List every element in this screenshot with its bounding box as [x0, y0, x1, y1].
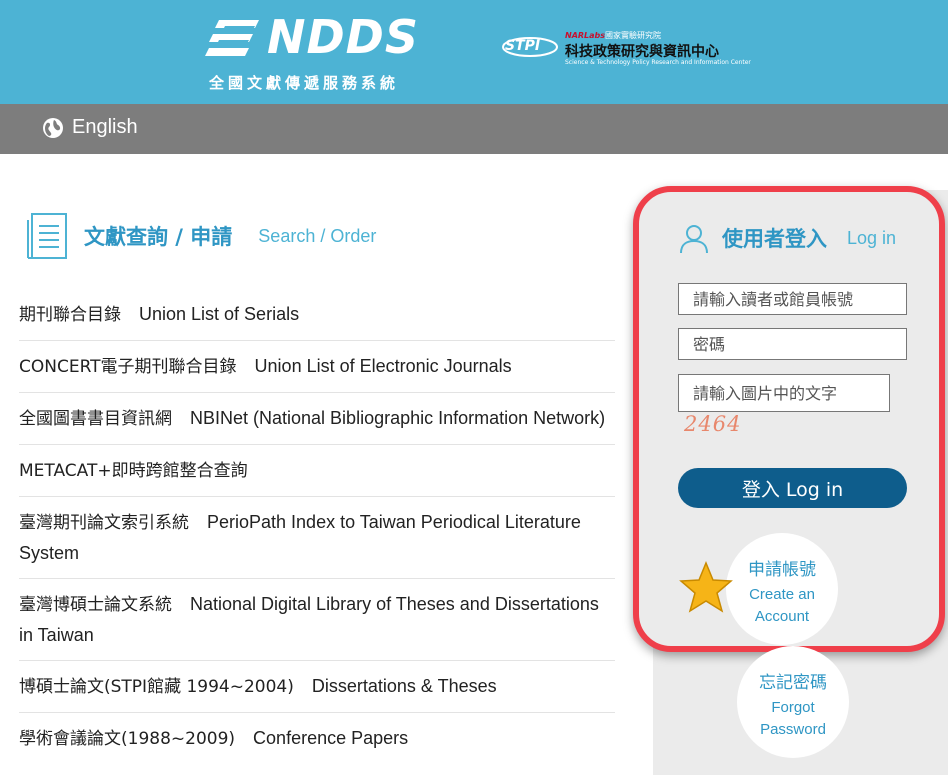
link-nbinet[interactable]: 全國圖書書目資訊網 NBINet (National Bibliographic …	[19, 393, 615, 445]
login-heading: 使用者登入 Log in	[678, 222, 896, 254]
database-link-list: 期刊聯合目錄 Union List of Serials CONCERT電子期刊聯…	[19, 289, 615, 764]
link-zh: 全國圖書書目資訊網	[19, 409, 172, 429]
create-account-en-line2: Account	[754, 608, 810, 625]
forgot-password-zh: 忘記密碼	[759, 673, 827, 693]
link-dissertations[interactable]: 博碩士論文(STPI館藏 1994~2004) Dissertations & T…	[19, 661, 615, 713]
link-en: Conference Papers	[253, 728, 409, 748]
stpi-main-name: 科技政策研究與資訊中心	[565, 44, 719, 60]
link-en: NBINet (National Bibliographic Informati…	[190, 408, 606, 428]
ndds-logo[interactable]: NDDS 全國文獻傳遞服務系統	[205, 10, 425, 94]
link-zh: 學術會議論文(1988~2009)	[19, 729, 236, 749]
forgot-password-en-line2: Password	[760, 721, 826, 738]
search-section-heading: 文獻查詢 / 申請 Search / Order	[26, 212, 376, 260]
user-icon	[680, 225, 708, 254]
logo-text: NDDS	[267, 10, 419, 64]
link-zh: 臺灣期刊論文索引系統	[19, 513, 189, 533]
stpi-top-rest: 國家實驗研究院	[605, 31, 662, 40]
language-switch[interactable]: English	[42, 116, 138, 139]
captcha-input[interactable]	[678, 374, 890, 412]
captcha-image: 2464	[684, 412, 742, 436]
link-en: Dissertations & Theses	[311, 676, 497, 696]
link-metacat[interactable]: METACAT+即時跨館整合查詢	[19, 445, 615, 497]
link-zh: METACAT+即時跨館整合查詢	[19, 461, 248, 481]
star-icon	[679, 561, 733, 613]
link-zh: 期刊聯合目錄	[19, 305, 121, 325]
stpi-english-name: Science & Technology Policy Research and…	[565, 59, 751, 66]
forgot-password-link[interactable]: 忘記密碼 Forgot Password	[737, 646, 849, 758]
password-input[interactable]	[678, 328, 907, 360]
login-title: 使用者登入	[722, 227, 827, 251]
link-zh: 臺灣博碩士論文系統	[19, 595, 172, 615]
create-account-link[interactable]: 申請帳號 Create an Account	[726, 533, 838, 645]
narlabs-label: NARLabs	[565, 31, 606, 40]
link-concert[interactable]: CONCERT電子期刊聯合目錄 Union List of Electronic …	[19, 341, 615, 393]
create-account-zh: 申請帳號	[748, 560, 816, 580]
link-ndltd[interactable]: 臺灣博碩士論文系統 National Digital Library of The…	[19, 579, 615, 661]
link-en: Union List of Electronic Journals	[254, 356, 512, 376]
link-zh: CONCERT電子期刊聯合目錄	[19, 357, 237, 377]
create-account-en-line1: Create an	[749, 586, 815, 603]
stpi-logo[interactable]: STPI NARLabs國家實驗研究院 科技政策研究與資訊中心 Science …	[502, 30, 765, 70]
link-zh: 博碩士論文(STPI館藏 1994~2004)	[19, 677, 294, 697]
search-section-title: 文獻查詢 / 申請	[84, 225, 233, 249]
login-subtitle: Log in	[847, 227, 897, 248]
link-en: Union List of Serials	[139, 304, 300, 324]
language-label: English	[72, 116, 138, 138]
link-periopath[interactable]: 臺灣期刊論文索引系統 PerioPath Index to Taiwan Peri…	[19, 497, 615, 579]
language-bar: English	[0, 104, 948, 154]
link-union-list-serials[interactable]: 期刊聯合目錄 Union List of Serials	[19, 289, 615, 341]
globe-icon	[43, 117, 63, 138]
site-header: NDDS 全國文獻傳遞服務系統 STPI NARLabs國家實驗研究院 科技政策…	[0, 0, 948, 104]
link-conference-papers[interactable]: 學術會議論文(1988~2009) Conference Papers	[19, 713, 615, 764]
login-button[interactable]: 登入 Log in	[678, 468, 907, 508]
document-icon	[27, 213, 67, 259]
stpi-badge: STPI	[505, 38, 541, 54]
search-section-subtitle: Search / Order	[258, 225, 377, 246]
logo-subtitle: 全國文獻傳遞服務系統	[209, 74, 400, 92]
ndds-stripes-icon	[205, 20, 259, 56]
account-input[interactable]	[678, 283, 907, 315]
stpi-top-line: NARLabs國家實驗研究院	[565, 30, 661, 41]
forgot-password-en-line1: Forgot	[771, 699, 815, 716]
